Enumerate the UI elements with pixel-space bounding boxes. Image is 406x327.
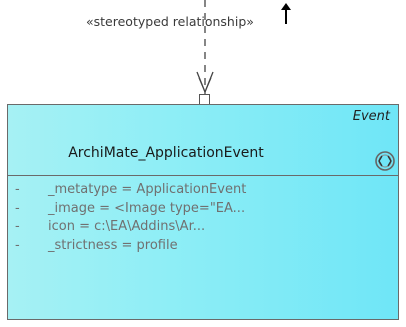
attribute-row[interactable]: - _image = <Image type="EA...	[8, 201, 398, 220]
archimate-event-icon	[375, 151, 395, 171]
element-name[interactable]: ArchiMate_ApplicationEvent	[8, 145, 324, 161]
visibility-marker: -	[15, 219, 20, 234]
attribute-list: - _metatype = ApplicationEvent - _image …	[8, 182, 398, 256]
visibility-marker: -	[15, 182, 20, 197]
archimate-application-event-element[interactable]: Event ArchiMate_ApplicationEvent - _meta…	[7, 104, 399, 320]
attribute-row[interactable]: - _metatype = ApplicationEvent	[8, 182, 398, 201]
cursor-icon	[281, 3, 291, 24]
attribute-row[interactable]: - _strictness = profile	[8, 238, 398, 257]
relationship-label: «stereotyped relationship»	[86, 14, 254, 29]
compartment-divider	[8, 175, 398, 176]
visibility-marker: -	[15, 200, 20, 216]
visibility-marker: -	[15, 237, 20, 253]
attribute-row[interactable]: - icon = c:\EA\Addins\Ar...	[8, 219, 398, 238]
element-stereotype: Event	[352, 109, 390, 124]
attribute-text: _strictness = profile	[48, 237, 178, 253]
attribute-text: _image = <Image type="EA...	[48, 200, 246, 216]
attribute-text: _metatype = ApplicationEvent	[48, 182, 247, 197]
attribute-text: icon = c:\EA\Addins\Ar...	[48, 219, 206, 234]
diagram-canvas: «stereotyped relationship» Event ArchiMa…	[0, 0, 406, 327]
